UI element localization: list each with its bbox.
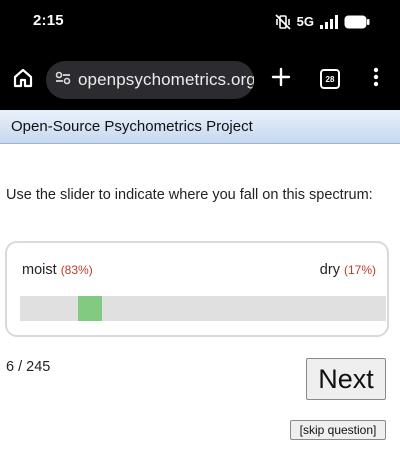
- tab-switcher-icon: 28: [320, 69, 340, 89]
- right-pole-label: dry (17%): [320, 262, 376, 278]
- status-icons: 5G: [275, 12, 370, 32]
- home-icon: [12, 67, 34, 94]
- slider-card: moist (83%) dry (17%): [5, 241, 389, 337]
- tab-count: 28: [325, 74, 335, 84]
- more-menu-icon: [373, 67, 379, 92]
- right-pole-text: dry: [319, 262, 340, 278]
- status-time: 2:15: [33, 12, 64, 29]
- question-progress: 6 / 245: [6, 359, 51, 375]
- signal-strength-icon: [320, 15, 338, 29]
- question-prompt: Use the slider to indicate where you fal…: [6, 187, 373, 203]
- vibrate-mute-icon: [275, 14, 291, 30]
- url-text[interactable]: openpsychometrics.org/: [78, 70, 254, 90]
- browser-toolbar: openpsychometrics.org/ 28: [0, 48, 400, 110]
- slider-thumb[interactable]: [78, 296, 102, 321]
- address-bar[interactable]: openpsychometrics.org/: [46, 61, 254, 99]
- site-header: Open-Source Psychometrics Project: [0, 110, 400, 144]
- skip-question-button[interactable]: [skip question]: [290, 420, 386, 440]
- new-tab-plus-icon: [271, 67, 291, 92]
- left-pole-percent: (83%): [60, 263, 93, 277]
- site-settings-icon[interactable]: [55, 71, 71, 90]
- more-menu-button[interactable]: [370, 67, 382, 91]
- home-button[interactable]: [10, 67, 36, 93]
- new-tab-button[interactable]: [269, 67, 293, 91]
- battery-icon: [344, 15, 370, 29]
- right-pole-percent: (17%): [343, 263, 376, 277]
- slider-track[interactable]: [20, 296, 386, 321]
- status-bar: 2:15 5G: [0, 0, 400, 48]
- left-pole-label: moist (83%): [22, 262, 93, 278]
- network-type-label: 5G: [296, 14, 314, 29]
- left-pole-text: moist: [22, 262, 57, 278]
- site-title[interactable]: Open-Source Psychometrics Project: [11, 118, 253, 135]
- next-button[interactable]: Next: [306, 358, 386, 400]
- tab-switcher-button[interactable]: 28: [320, 69, 340, 89]
